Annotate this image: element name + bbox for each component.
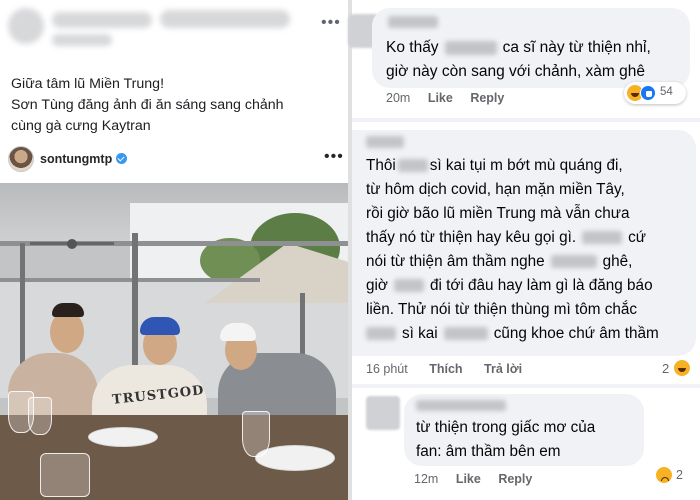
haha-icon [674,360,690,376]
reaction-count: 2 [662,361,670,376]
comment-text-segment: cứ [628,229,646,246]
redacted-word [393,279,424,293]
caption-line: cùng gà cưng Kaytran [11,118,151,134]
comment-text-segment: cũng khoe chứ âm thầm [493,325,659,342]
like-icon [640,85,656,101]
comment-meta: 20m Like Reply [386,91,504,105]
commenter-name-blurred[interactable] [388,16,438,28]
instagram-avatar[interactable] [8,146,34,172]
comment-text-line: fan: âm thầm bên em [416,443,561,460]
comment-text-line: từ thiện trong giấc mơ của [416,419,596,436]
comment-text-segment: Thôi [366,157,396,174]
comment-meta: 16 phút Thích Trả lời [366,362,522,376]
commenter-avatar-blurred[interactable] [366,396,400,430]
comment-text-segment: giờ [366,277,388,294]
redacted-word [443,327,488,341]
comments-panel: Ko thấy ca sĩ này từ thiện nhỉ, giờ này c… [348,0,700,500]
comment-text-line: giờ này còn sang với chảnh, xàm ghê [386,63,646,80]
photo-pillar [20,243,25,373]
comment-text-segment: sì kai tụi m bớt mù quáng đi, [429,157,623,174]
reply-link[interactable]: Trả lời [484,362,522,376]
redacted-word [444,40,497,55]
comment-bubble: Ko thấy ca sĩ này từ thiện nhỉ, giờ này c… [372,8,690,88]
commenter-name-blurred[interactable] [366,136,404,148]
photo-ceiling-fan-hub [67,239,77,249]
comment-text: Thôi sì kai tụi m bớt mù quáng đi, từ hôm… [366,154,659,346]
post-caption: Giữa tâm lũ Miền Trung! Sơn Tùng đăng ản… [11,74,341,137]
comment-text-line: liền. Thử nói từ thiện thùng mì tôm chắc [366,301,638,318]
photo-water-glass [40,453,90,497]
comment-text-segment: nói từ thiện âm thầm nghe [366,253,545,270]
like-link[interactable]: Like [428,91,453,105]
comment-text: Ko thấy ca sĩ này từ thiện nhỉ, giờ này c… [386,36,651,84]
verified-badge-icon [116,153,127,164]
photo-beam [0,278,260,282]
reaction-summary[interactable]: 2 [654,464,696,486]
comment-text-line: rồi giờ bão lũ miền Trung mà vẫn chưa [366,205,630,222]
comment-text-segment: ca sĩ này từ thiện nhỉ, [502,39,651,56]
comment-card: Ko thấy ca sĩ này từ thiện nhỉ, giờ này c… [348,0,700,118]
comment-time: 20m [386,91,411,105]
redacted-word [582,231,623,245]
post-photo[interactable]: TRUSTGOD [0,183,348,500]
commenter-name-blurred[interactable] [416,400,506,411]
like-link[interactable]: Like [456,472,481,486]
redacted-word [397,159,428,173]
comment-card: Thôi sì kai tụi m bớt mù quáng đi, từ hôm… [352,122,700,384]
photo-white-cap [220,323,256,341]
comment-text-segment: đi tới đâu hay làm gì là đăng báo [429,277,653,294]
like-link[interactable]: Thích [429,362,462,376]
instagram-username[interactable]: sontungmtp [40,152,112,166]
instagram-more-icon[interactable]: ••• [324,148,344,166]
comment-text: từ thiện trong giấc mơ của fan: âm thầm … [416,416,595,464]
redacted-word [550,255,597,269]
photo-blue-cap [140,317,180,335]
caption-line: Giữa tâm lũ Miền Trung! [11,76,165,92]
post-more-icon[interactable]: ••• [321,14,341,32]
reaction-summary[interactable]: 54 [624,82,686,104]
comment-bubble: từ thiện trong giấc mơ của fan: âm thầm … [404,394,644,466]
comment-time: 16 phút [366,362,408,376]
comment-text-segment: Ko thấy [386,39,439,56]
caption-line: Sơn Tùng đăng ảnh đi ăn sáng sang chảnh [11,97,284,113]
redacted-word [366,327,396,341]
comment-text-line: từ hôm dịch covid, hạn mặn miền Tây, [366,181,625,198]
reply-link[interactable]: Reply [470,91,504,105]
photo-wine-glass [28,397,52,435]
comment-text-segment: ghê, [602,253,633,270]
photo-person-left-hair [52,303,84,317]
reaction-count: 54 [660,86,673,98]
comment-card: từ thiện trong giấc mơ của fan: âm thầm … [352,388,700,500]
photo-plate [88,427,158,447]
post-time-blurred [52,34,112,46]
comment-meta: 12m Like Reply [414,472,532,486]
reply-link[interactable]: Reply [498,472,532,486]
reaction-summary[interactable]: 2 [660,358,696,380]
sad-icon [656,467,672,483]
author-avatar-blurred[interactable] [8,8,44,44]
photo-wine-glass [242,411,270,457]
instagram-post-header: sontungmtp ••• [6,146,344,176]
author-name-blurred[interactable] [52,12,152,28]
comment-bubble: Thôi sì kai tụi m bớt mù quáng đi, từ hôm… [352,130,696,356]
comment-text-segment: thấy nó từ thiện hay kêu gọi gì. [366,229,577,246]
author-meta-blurred [160,10,290,28]
comment-time: 12m [414,472,439,486]
photo-person-left-head [50,311,84,353]
facebook-post-panel: ••• Giữa tâm lũ Miền Trung! Sơn Tùng đăn… [0,0,348,500]
reaction-count: 2 [676,468,683,482]
comment-text-segment: sì kai [402,325,438,342]
photo-pillar [132,233,138,383]
